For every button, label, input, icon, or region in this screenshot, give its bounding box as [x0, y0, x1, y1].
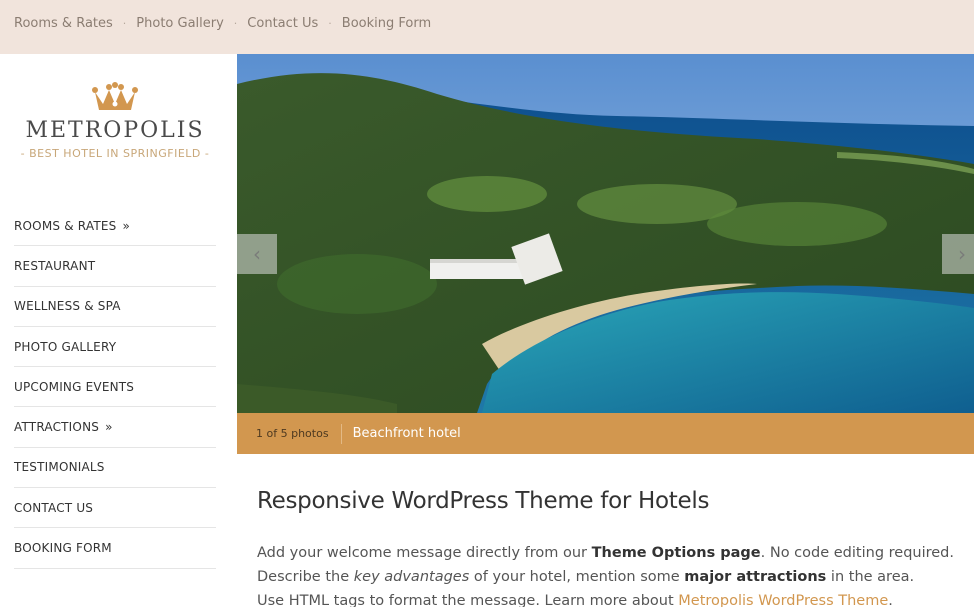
sidebar-item-restaurant[interactable]: RESTAURANT: [14, 246, 216, 287]
sidebar-menu: ROOMS & RATES » RESTAURANT WELLNESS & SPA…: [14, 206, 216, 569]
text-bold: Theme Options page: [591, 545, 761, 561]
top-nav-booking-form[interactable]: Booking Form: [342, 16, 431, 31]
text-segment: .: [888, 593, 893, 607]
top-nav-contact-us[interactable]: Contact Us: [247, 16, 318, 31]
page-title: Responsive WordPress Theme for Hotels: [257, 488, 710, 514]
submenu-arrow-icon: »: [122, 218, 130, 233]
sidebar-item-wellness-spa[interactable]: WELLNESS & SPA: [14, 287, 216, 327]
sidebar-item-label: ROOMS & RATES: [14, 218, 117, 233]
text-segment: Describe the: [257, 569, 354, 585]
text-bold: major attractions: [684, 569, 827, 585]
text-segment: . No code editing required.: [760, 545, 954, 561]
sidebar-item-upcoming-events[interactable]: UPCOMING EVENTS: [14, 367, 216, 408]
photo-title: Beachfront hotel: [352, 426, 461, 441]
submenu-arrow-icon: »: [105, 420, 113, 435]
sidebar-item-label: CONTACT US: [14, 500, 94, 515]
sidebar-item-attractions[interactable]: ATTRACTIONS »: [14, 407, 216, 448]
text-segment: in the area.: [826, 569, 915, 585]
sidebar-item-booking-form[interactable]: BOOKING FORM: [14, 528, 216, 569]
crown-icon: [92, 82, 138, 110]
top-bar: Rooms & Rates · Photo Gallery · Contact …: [0, 0, 974, 54]
sidebar-item-label: RESTAURANT: [14, 258, 96, 273]
photo-count: 1 of 5 photos: [237, 423, 342, 444]
top-nav: Rooms & Rates · Photo Gallery · Contact …: [14, 16, 431, 31]
slider-next-button[interactable]: ›: [942, 234, 974, 274]
sidebar-item-photo-gallery[interactable]: PHOTO GALLERY: [14, 327, 216, 368]
top-nav-rooms-rates[interactable]: Rooms & Rates: [14, 16, 113, 31]
sidebar: METROPOLIS - BEST HOTEL IN SPRINGFIELD -…: [0, 54, 236, 607]
sidebar-item-label: BOOKING FORM: [14, 541, 112, 556]
text-italic: key advantages: [353, 569, 470, 585]
logo-tagline: - BEST HOTEL IN SPRINGFIELD -: [20, 147, 210, 160]
main-content: Responsive WordPress Theme for Hotels Ad…: [257, 488, 957, 607]
top-nav-photo-gallery[interactable]: Photo Gallery: [136, 16, 224, 31]
slider-caption-bar: 1 of 5 photos Beachfront hotel: [237, 413, 974, 454]
metropolis-theme-link[interactable]: Metropolis WordPress Theme: [678, 593, 888, 607]
top-nav-separator: ·: [233, 17, 238, 30]
welcome-message: Add your welcome message directly from o…: [257, 541, 957, 607]
sidebar-item-label: ATTRACTIONS: [14, 420, 100, 435]
text-segment: Add your welcome message directly from o…: [257, 545, 592, 561]
text-segment: of your hotel, mention some: [469, 569, 685, 585]
sidebar-item-label: PHOTO GALLERY: [14, 339, 117, 354]
sidebar-item-rooms-rates[interactable]: ROOMS & RATES »: [14, 206, 216, 247]
chevron-left-icon: ‹: [253, 242, 261, 266]
text-segment: Use HTML tags to format the message. Lea…: [257, 593, 679, 607]
top-nav-separator: ·: [122, 17, 127, 30]
sidebar-item-contact-us[interactable]: CONTACT US: [14, 488, 216, 529]
sidebar-item-testimonials[interactable]: TESTIMONIALS: [14, 448, 216, 489]
sidebar-item-label: WELLNESS & SPA: [14, 299, 121, 314]
sidebar-item-label: UPCOMING EVENTS: [14, 379, 135, 394]
chevron-right-icon: ›: [958, 242, 966, 266]
sidebar-item-label: TESTIMONIALS: [14, 460, 105, 475]
top-nav-separator: ·: [328, 17, 332, 30]
slider-prev-button[interactable]: ‹: [237, 234, 277, 274]
site-logo[interactable]: METROPOLIS - BEST HOTEL IN SPRINGFIELD -: [0, 82, 230, 160]
photo-slider[interactable]: ‹ ›: [237, 54, 974, 413]
slide-photo: [237, 54, 974, 413]
logo-title: METROPOLIS: [25, 118, 205, 143]
